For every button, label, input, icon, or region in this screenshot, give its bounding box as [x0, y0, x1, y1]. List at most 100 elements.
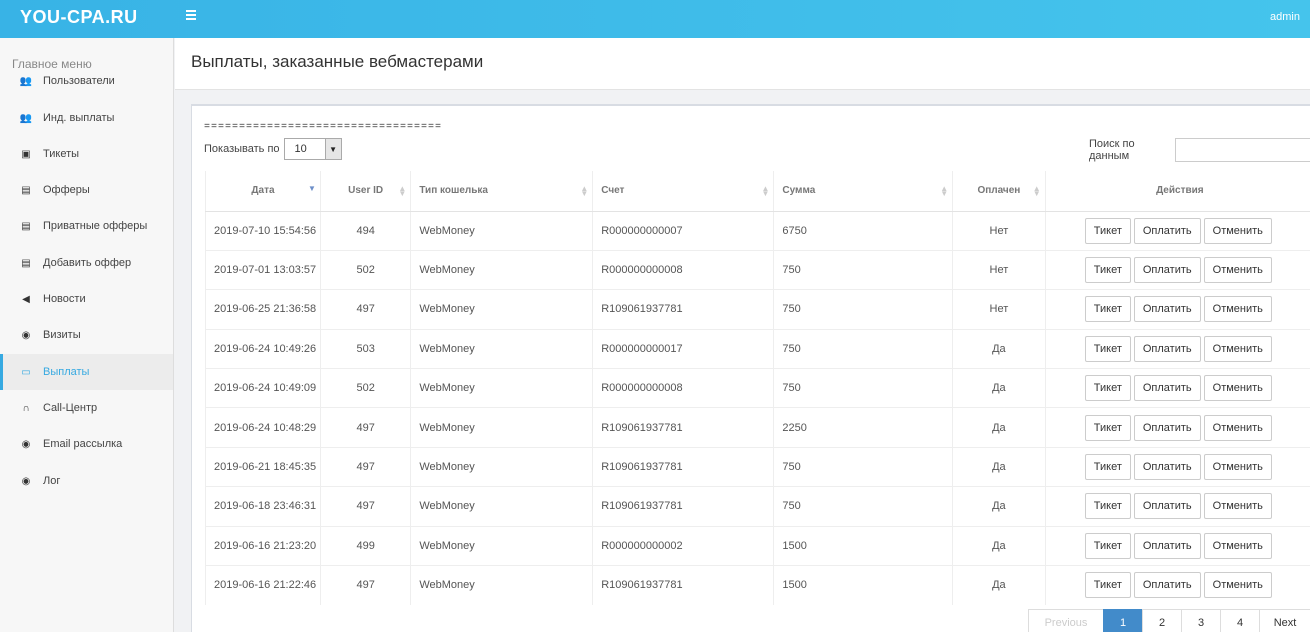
cancel-button[interactable]: Отменить — [1203, 454, 1272, 481]
sort-desc-icon: ▼ — [308, 184, 316, 193]
search-input[interactable] — [1175, 138, 1310, 162]
search-label: Поиск по данным — [1089, 138, 1135, 162]
account-cell: R000000000008 — [592, 368, 775, 408]
page-length-select[interactable]: 10 ▼ — [283, 138, 342, 160]
column-header-date[interactable]: Дата ▼ — [205, 171, 321, 212]
table-row: 2019-06-21 18:45:35 497 WebMoney R109061937… — [205, 446, 1310, 487]
actions-cell: Тикет Оплатить Отменить — [1045, 486, 1310, 527]
pay-button[interactable]: Оплатить — [1133, 375, 1201, 402]
column-header-wallet-type[interactable]: Тип кошелька ▲ ▼ — [410, 171, 594, 212]
ticket-button[interactable]: Тикет — [1084, 532, 1131, 559]
pay-button[interactable]: Оплатить — [1133, 296, 1201, 323]
pagination-page[interactable]: 1 — [1103, 609, 1143, 632]
ticket-button[interactable]: Тикет — [1084, 257, 1131, 284]
cancel-button[interactable]: Отменить — [1203, 217, 1272, 244]
pay-button[interactable]: Оплатить — [1133, 572, 1201, 599]
ticket-button[interactable]: Тикет — [1084, 414, 1131, 441]
menu-toggle-icon[interactable] — [186, 10, 196, 20]
cancel-button[interactable]: Отменить — [1203, 414, 1272, 441]
ticket-button[interactable]: Тикет — [1084, 296, 1131, 323]
sidebar-item[interactable]: ∩ Call-Центр — [0, 390, 173, 426]
sidebar-item[interactable]: ◉ Email рассылка — [0, 426, 173, 462]
bullhorn-icon: ◀ — [22, 293, 30, 305]
pagination-previous[interactable]: Previous — [1028, 609, 1104, 632]
wallet-type-cell: WebMoney — [410, 368, 594, 408]
pagination-next[interactable]: Next — [1259, 609, 1310, 632]
cancel-button[interactable]: Отменить — [1203, 257, 1272, 284]
user-id-cell: 497 — [320, 565, 412, 605]
amount-cell: 6750 — [773, 210, 954, 251]
cancel-button[interactable]: Отменить — [1203, 532, 1272, 559]
sidebar-item[interactable]: ◉ Визиты — [0, 317, 173, 353]
sidebar-item[interactable]: ◉ Лог — [0, 463, 173, 499]
pay-button[interactable]: Оплатить — [1133, 217, 1201, 244]
ticket-button[interactable]: Тикет — [1084, 375, 1131, 402]
users-icon: 👥 — [19, 75, 33, 87]
chevron-down-icon[interactable]: ▼ — [324, 139, 341, 159]
date-cell: 2019-07-01 13:03:57 — [205, 249, 321, 290]
pagination-page[interactable]: 4 — [1220, 609, 1260, 632]
sort-icon: ▲ ▼ — [940, 184, 949, 198]
pagination-page[interactable]: 3 — [1181, 609, 1221, 632]
sidebar-item-label: Пользователи — [43, 75, 115, 87]
sidebar-item-label: Лог — [43, 475, 61, 487]
column-header-user-id[interactable]: User ID ▲ ▼ — [320, 171, 412, 212]
wallet-type-cell: WebMoney — [410, 446, 594, 487]
actions-cell: Тикет Оплатить Отменить — [1045, 328, 1310, 369]
page-length-label: Показывать по — [204, 143, 280, 155]
pagination-page[interactable]: 2 — [1142, 609, 1182, 632]
sidebar-item[interactable]: ▤ Добавить оффер — [0, 245, 173, 281]
user-id-cell: 497 — [320, 289, 412, 330]
pay-button[interactable]: Оплатить — [1133, 454, 1201, 481]
top-bar: YOU-CPA.RU admin — [0, 0, 1310, 38]
sidebar: Главное меню 👥 Пользователи 👥 Инд. выплаты ▣… — [0, 38, 174, 632]
date-cell: 2019-06-24 10:49:09 — [205, 368, 321, 408]
ticket-button[interactable]: Тикет — [1084, 335, 1131, 362]
sidebar-item[interactable]: ▣ Тикеты — [0, 136, 173, 172]
ticket-button[interactable]: Тикет — [1084, 217, 1131, 244]
sidebar-item[interactable]: ▭ Выплаты — [0, 354, 173, 390]
app-logo[interactable]: YOU-CPA.RU — [20, 7, 138, 28]
actions-cell: Тикет Оплатить Отменить — [1045, 368, 1310, 408]
ticket-button[interactable]: Тикет — [1084, 572, 1131, 599]
account-cell: R000000000008 — [592, 249, 775, 290]
list-icon: ▤ — [21, 184, 31, 196]
cancel-button[interactable]: Отменить — [1203, 335, 1272, 362]
paid-cell: Да — [952, 565, 1046, 605]
sidebar-item[interactable]: ◀ Новости — [0, 281, 173, 317]
paid-cell: Нет — [952, 289, 1046, 330]
account-cell: R109061937781 — [592, 486, 775, 527]
cancel-button[interactable]: Отменить — [1203, 572, 1272, 599]
amount-cell: 750 — [773, 446, 954, 487]
pay-button[interactable]: Оплатить — [1133, 414, 1201, 441]
user-id-cell: 503 — [320, 328, 412, 369]
account-cell: R000000000017 — [592, 328, 775, 369]
ticket-button[interactable]: Тикет — [1084, 454, 1131, 481]
cancel-button[interactable]: Отменить — [1203, 493, 1272, 520]
pay-button[interactable]: Оплатить — [1133, 335, 1201, 362]
pay-button[interactable]: Оплатить — [1133, 257, 1201, 284]
date-cell: 2019-06-16 21:22:46 — [205, 565, 321, 605]
eye-icon: ◉ — [21, 438, 31, 450]
account-cell: R109061937781 — [592, 446, 775, 487]
search-control: Поиск по данным — [1089, 138, 1310, 162]
sidebar-item[interactable]: 👥 Пользователи — [0, 63, 173, 99]
column-header-paid[interactable]: Оплачен ▲ ▼ — [952, 171, 1046, 212]
column-header-amount[interactable]: Сумма ▲ ▼ — [773, 171, 954, 212]
sidebar-item-label: Приватные офферы — [43, 220, 148, 232]
sidebar-item[interactable]: ▤ Офферы — [0, 172, 173, 208]
sidebar-item[interactable]: 👥 Инд. выплаты — [0, 100, 173, 136]
sidebar-item[interactable]: ▤ Приватные офферы — [0, 208, 173, 244]
paid-cell: Да — [952, 368, 1046, 408]
column-header-account[interactable]: Счет ▲ ▼ — [592, 171, 775, 212]
pay-button[interactable]: Оплатить — [1133, 532, 1201, 559]
table-header-row: Дата ▼ User ID ▲ ▼ Тип кошелька ▲ ▼ Счет ▲ ▼ Су… — [205, 171, 1310, 212]
ticket-button[interactable]: Тикет — [1084, 493, 1131, 520]
cancel-button[interactable]: Отменить — [1203, 296, 1272, 323]
paid-cell: Да — [952, 446, 1046, 487]
cancel-button[interactable]: Отменить — [1203, 375, 1272, 402]
list-icon: ▤ — [21, 257, 31, 269]
actions-cell: Тикет Оплатить Отменить — [1045, 446, 1310, 487]
user-menu[interactable]: admin — [1270, 11, 1300, 23]
pay-button[interactable]: Оплатить — [1133, 493, 1201, 520]
